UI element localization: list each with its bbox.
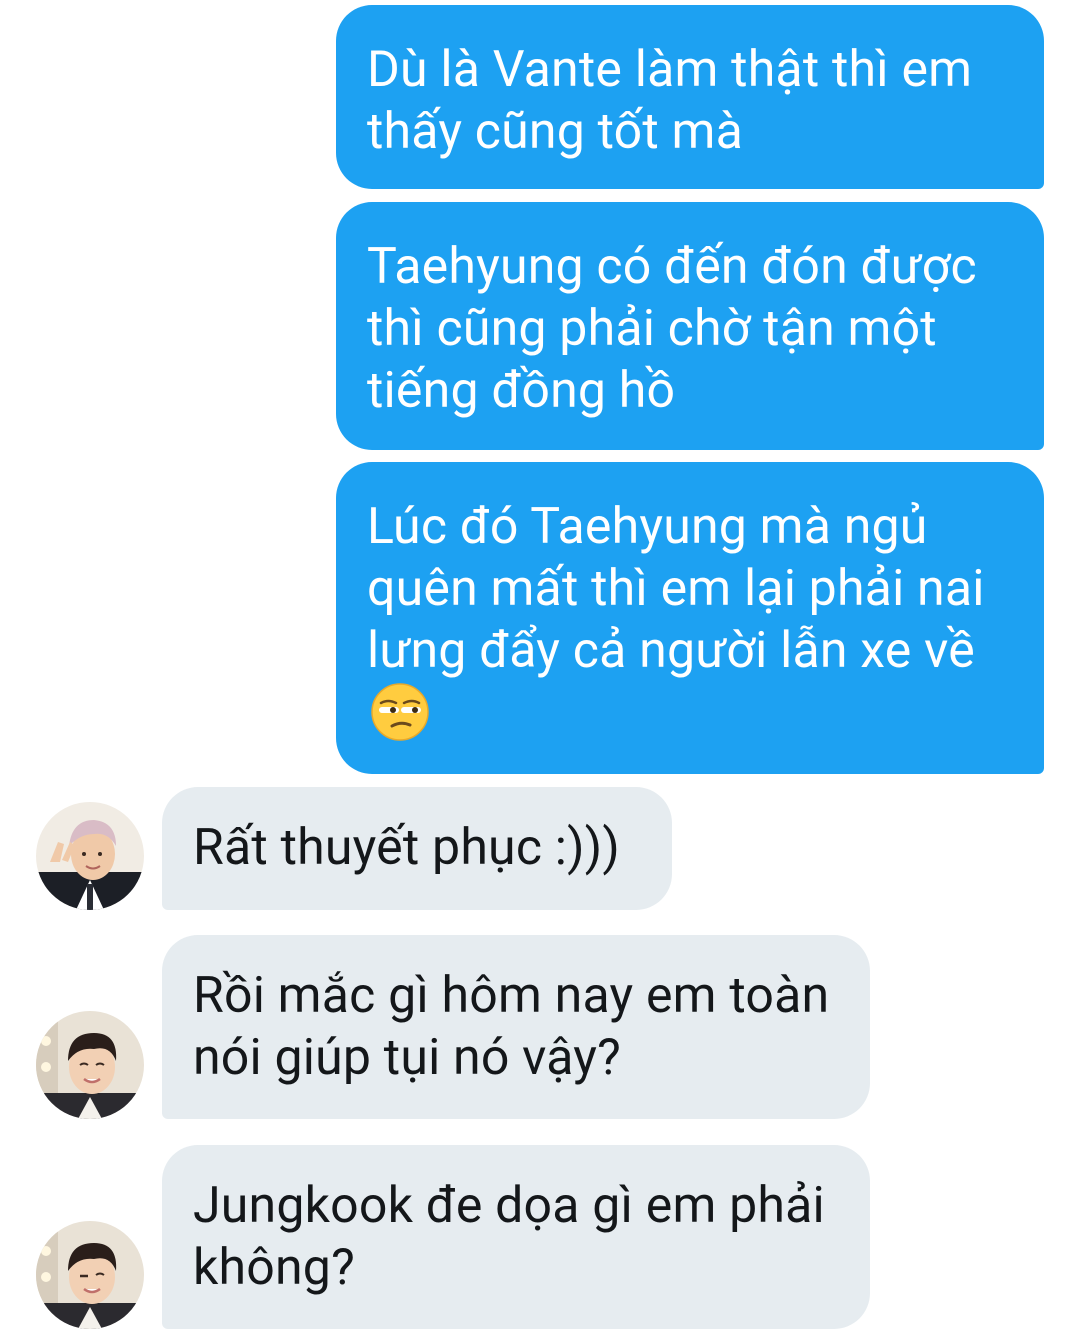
message-text: Rồi mắc gì hôm nay em toàn nói giúp tụi … — [193, 967, 830, 1087]
message-bubble-received[interactable]: Rất thuyết phục :))) — [162, 787, 672, 910]
message-text: Lúc đó Taehyung mà ngủ quên mất thì em l… — [367, 498, 985, 680]
message-text: Jungkook đe dọa gì em phải không? — [193, 1177, 825, 1297]
message-bubble-sent[interactable]: Lúc đó Taehyung mà ngủ quên mất thì em l… — [336, 462, 1044, 774]
message-text: Dù là Vante làm thật thì em thấy cũng tố… — [367, 41, 973, 161]
avatar[interactable] — [36, 1221, 144, 1329]
message-bubble-sent[interactable]: Taehyung có đến đón được thì cũng phải c… — [336, 202, 1044, 450]
message-bubble-received[interactable]: Rồi mắc gì hôm nay em toàn nói giúp tụi … — [162, 935, 870, 1119]
message-bubble-received[interactable]: Jungkook đe dọa gì em phải không? — [162, 1145, 870, 1329]
unamused-face-emoji — [371, 683, 429, 756]
avatar[interactable] — [36, 802, 144, 910]
message-text: Taehyung có đến đón được thì cũng phải c… — [367, 238, 977, 420]
message-text: Rất thuyết phục :))) — [193, 819, 620, 877]
message-bubble-sent[interactable]: Dù là Vante làm thật thì em thấy cũng tố… — [336, 5, 1044, 189]
avatar[interactable] — [36, 1011, 144, 1119]
